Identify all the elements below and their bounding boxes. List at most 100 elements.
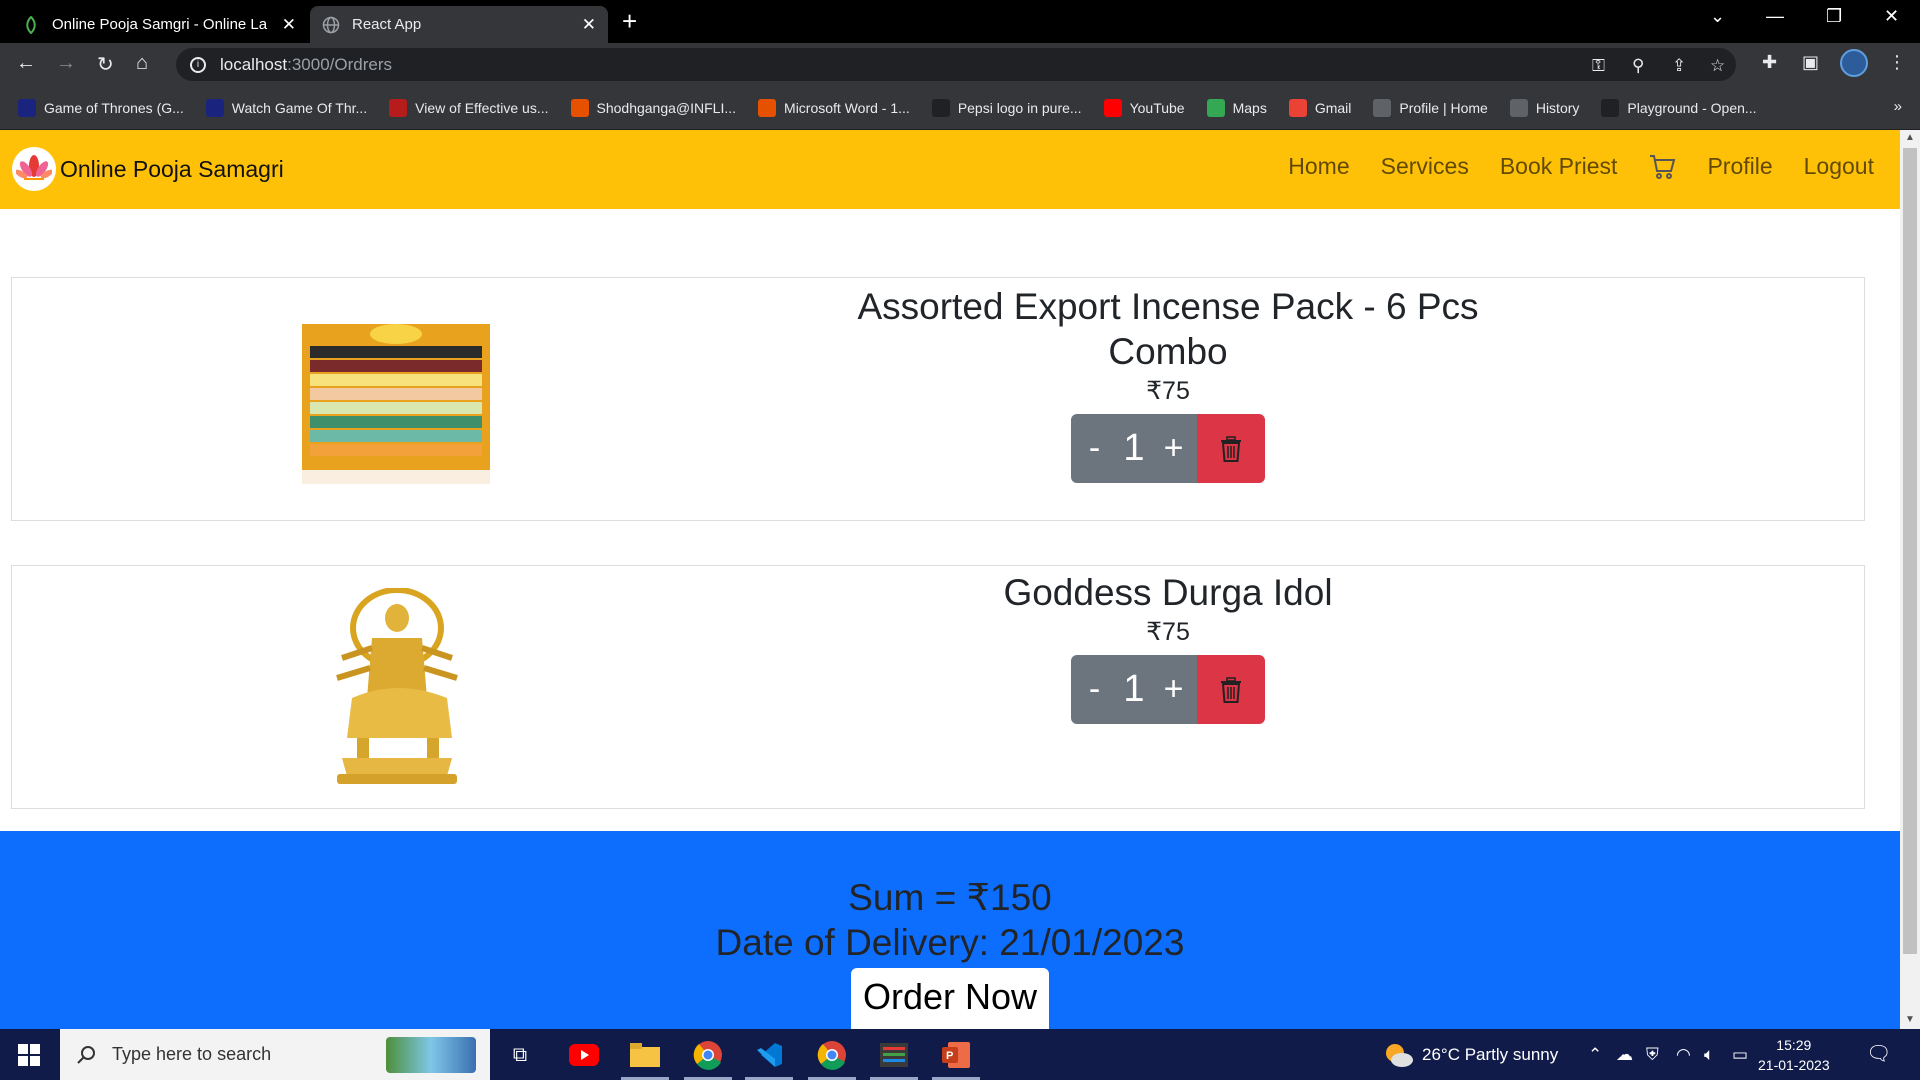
codepen-icon: [931, 98, 950, 117]
globe-icon: [322, 16, 340, 34]
close-icon[interactable]: ✕: [582, 15, 596, 35]
cart-icon[interactable]: [1648, 152, 1676, 180]
reload-icon[interactable]: ↻: [97, 52, 114, 77]
bookmark-item[interactable]: Shodhganga@INFLI...: [570, 98, 737, 117]
bookmark-item[interactable]: Gmail: [1288, 98, 1351, 117]
brand[interactable]: Online Pooja Samagri: [12, 147, 284, 191]
nav-services[interactable]: Services: [1381, 153, 1469, 180]
chrome-icon[interactable]: [690, 1037, 726, 1073]
nav-book-priest[interactable]: Book Priest: [1500, 153, 1618, 180]
bookmark-item[interactable]: Game of Thrones (G...: [18, 98, 184, 117]
decrease-button[interactable]: -: [1071, 414, 1118, 483]
bookmark-label: Maps: [1232, 99, 1267, 116]
battery-icon[interactable]: ▭: [1732, 1029, 1748, 1080]
back-icon[interactable]: ←: [16, 52, 36, 75]
sidepanel-icon[interactable]: ▣: [1802, 52, 1819, 73]
chrome-profile-icon[interactable]: [814, 1037, 850, 1073]
product-title: Goddess Durga Idol: [1003, 572, 1333, 613]
system-clock[interactable]: 15:29 21-01-2023: [1758, 1035, 1830, 1075]
new-tab-button[interactable]: +: [622, 6, 637, 36]
partly-sunny-icon: [1386, 1043, 1413, 1067]
star-icon[interactable]: ☆: [1710, 56, 1725, 76]
bookmark-label: Microsoft Word - 1...: [784, 99, 910, 116]
wifi-icon[interactable]: ◠: [1676, 1029, 1691, 1080]
increase-button[interactable]: +: [1150, 655, 1197, 724]
bookmarks-bar: Game of Thrones (G... Watch Game Of Thr..…: [0, 86, 1920, 130]
browser-tab-bar: Online Pooja Samgri - Online La ✕ React …: [0, 0, 1920, 43]
nav-profile[interactable]: Profile: [1707, 153, 1772, 180]
nav-home[interactable]: Home: [1288, 153, 1349, 180]
order-now-button[interactable]: Order Now: [850, 968, 1050, 1029]
bookmark-label: History: [1535, 99, 1580, 116]
quantity-stepper: - 1 +: [1071, 655, 1265, 724]
close-window-button[interactable]: ✕: [1884, 6, 1899, 27]
bookmark-item[interactable]: Watch Game Of Thr...: [205, 98, 367, 117]
bookmark-item[interactable]: Maps: [1206, 98, 1267, 117]
file-explorer-icon[interactable]: [627, 1037, 663, 1073]
tab-title: React App: [352, 16, 422, 33]
youtube-icon: [1103, 98, 1122, 117]
bookmark-item[interactable]: Playground - Open...: [1601, 98, 1757, 117]
onedrive-icon[interactable]: ☁: [1616, 1029, 1633, 1080]
gmail-icon: [1288, 98, 1307, 117]
powerpoint-icon[interactable]: P: [938, 1037, 974, 1073]
task-view-icon[interactable]: ⧉: [502, 1037, 538, 1073]
menu-icon[interactable]: ⋮: [1888, 52, 1906, 73]
bookmark-item[interactable]: Microsoft Word - 1...: [758, 98, 910, 117]
brand-name: Online Pooja Samagri: [60, 155, 284, 182]
youtube-app-icon[interactable]: [566, 1037, 602, 1073]
shodh-icon: [758, 98, 777, 117]
bookmark-label: YouTube: [1129, 99, 1185, 116]
svg-text:P: P: [946, 1050, 953, 1062]
scroll-down-icon[interactable]: ▼: [1905, 1014, 1915, 1025]
search-icon: [77, 1045, 95, 1064]
volume-icon[interactable]: 🔈︎: [1704, 1029, 1714, 1080]
security-icon[interactable]: ⛨: [1646, 1029, 1659, 1080]
item-details: Goddess Durga Idol ₹75 - 1 +: [832, 570, 1504, 724]
forward-icon[interactable]: →: [56, 52, 76, 75]
bookmark-label: Shodhganga@INFLI...: [596, 99, 737, 116]
bookmarks-overflow-icon[interactable]: »: [1894, 98, 1902, 115]
extensions-icon[interactable]: ✚: [1762, 52, 1777, 73]
address-bar[interactable]: i localhost:3000/Ordrers ⚿ ⚲ ⇪ ☆: [176, 48, 1736, 81]
bookmark-item[interactable]: YouTube: [1103, 98, 1185, 117]
media-app-icon[interactable]: [876, 1037, 912, 1073]
show-hidden-icons[interactable]: ⌃: [1588, 1029, 1602, 1080]
bookmark-label: Profile | Home: [1399, 99, 1488, 116]
durga-idol-image: [312, 587, 482, 793]
scroll-up-icon[interactable]: ▲: [1905, 132, 1915, 143]
bookmark-label: View of Effective us...: [415, 99, 549, 116]
vscode-icon[interactable]: [751, 1037, 787, 1073]
close-icon[interactable]: ✕: [282, 15, 296, 35]
increase-button[interactable]: +: [1150, 414, 1197, 483]
bookmark-item[interactable]: History: [1509, 98, 1580, 117]
tab-title: Online Pooja Samgri - Online La: [52, 16, 268, 33]
zoom-icon[interactable]: ⚲: [1632, 56, 1644, 76]
scroll-thumb[interactable]: [1903, 148, 1917, 954]
bookmark-label: Playground - Open...: [1627, 99, 1757, 116]
bookmark-item[interactable]: Pepsi logo in pure...: [931, 98, 1082, 117]
share-icon[interactable]: ⇪: [1672, 56, 1686, 76]
windows-start-icon[interactable]: [18, 1044, 40, 1066]
bookmark-label: Game of Thrones (G...: [44, 99, 184, 116]
decrease-button[interactable]: -: [1071, 655, 1118, 724]
bookmark-item[interactable]: View of Effective us...: [389, 98, 549, 117]
restore-button[interactable]: ❐: [1826, 6, 1842, 27]
weather-widget[interactable]: 26°C Partly sunny: [1384, 1029, 1558, 1080]
delete-button[interactable]: [1197, 655, 1265, 724]
taskbar-search[interactable]: Type here to search: [60, 1029, 490, 1080]
tab-search-icon[interactable]: ⌄: [1710, 6, 1725, 27]
product-price: ₹75: [1146, 377, 1190, 405]
info-icon[interactable]: i: [190, 56, 206, 73]
tab-online-pooja[interactable]: Online Pooja Samgri - Online La ✕: [10, 6, 308, 43]
scrollbar[interactable]: ▲ ▼: [1900, 130, 1920, 1029]
minimize-button[interactable]: —: [1766, 6, 1784, 27]
tab-react-app[interactable]: React App ✕: [310, 6, 608, 43]
nav-logout[interactable]: Logout: [1804, 153, 1874, 180]
delete-button[interactable]: [1197, 414, 1265, 483]
notifications-icon[interactable]: 🗨︎: [1866, 1029, 1891, 1080]
home-icon[interactable]: ⌂: [136, 52, 148, 75]
bookmark-item[interactable]: Profile | Home: [1373, 98, 1488, 117]
key-icon[interactable]: ⚿: [1592, 56, 1605, 76]
profile-avatar-icon[interactable]: [1840, 49, 1868, 77]
